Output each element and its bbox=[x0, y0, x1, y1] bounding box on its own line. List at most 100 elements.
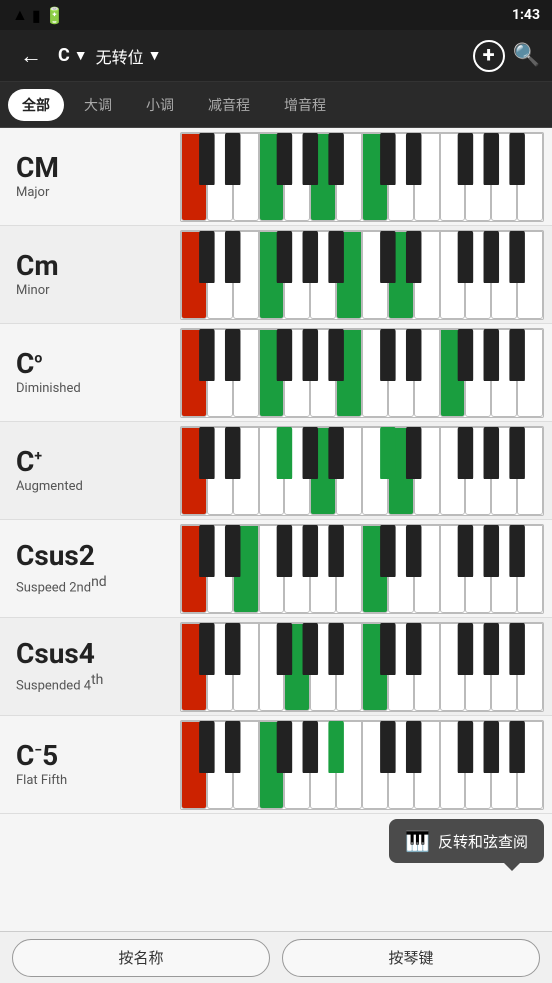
white-key-8[interactable] bbox=[388, 525, 414, 613]
white-key-11[interactable] bbox=[465, 329, 491, 417]
white-key-1[interactable] bbox=[207, 427, 233, 515]
white-key-0[interactable] bbox=[181, 427, 207, 515]
white-key-6[interactable] bbox=[336, 329, 362, 417]
white-key-10[interactable] bbox=[440, 231, 466, 319]
white-key-4[interactable] bbox=[284, 721, 310, 809]
white-key-0[interactable] bbox=[181, 721, 207, 809]
white-key-12[interactable] bbox=[491, 525, 517, 613]
filter-tab-augmented[interactable]: 增音程 bbox=[270, 89, 340, 121]
inversion-selector[interactable]: 无转位 ▼ bbox=[96, 44, 162, 68]
white-key-6[interactable] bbox=[336, 133, 362, 221]
white-key-5[interactable] bbox=[310, 133, 336, 221]
white-key-12[interactable] bbox=[491, 721, 517, 809]
chord-row-3[interactable]: C+Augmented bbox=[0, 422, 552, 520]
white-key-9[interactable] bbox=[414, 623, 440, 711]
white-key-4[interactable] bbox=[284, 329, 310, 417]
white-key-8[interactable] bbox=[388, 329, 414, 417]
white-key-3[interactable] bbox=[259, 721, 285, 809]
sort-by-name-button[interactable]: 按名称 bbox=[12, 939, 270, 977]
white-key-5[interactable] bbox=[310, 329, 336, 417]
white-key-4[interactable] bbox=[284, 427, 310, 515]
search-button[interactable]: 🔍 bbox=[513, 43, 540, 68]
filter-tab-diminished[interactable]: 减音程 bbox=[194, 89, 264, 121]
chord-row-1[interactable]: CmMinor bbox=[0, 226, 552, 324]
white-key-10[interactable] bbox=[440, 427, 466, 515]
white-key-6[interactable] bbox=[336, 623, 362, 711]
white-key-2[interactable] bbox=[233, 231, 259, 319]
chord-row-4[interactable]: Csus2Suspeed 2ndnd bbox=[0, 520, 552, 618]
white-key-10[interactable] bbox=[440, 721, 466, 809]
sort-by-key-button[interactable]: 按琴键 bbox=[282, 939, 540, 977]
white-key-6[interactable] bbox=[336, 231, 362, 319]
white-key-10[interactable] bbox=[440, 133, 466, 221]
white-key-3[interactable] bbox=[259, 525, 285, 613]
white-key-11[interactable] bbox=[465, 623, 491, 711]
white-key-12[interactable] bbox=[491, 231, 517, 319]
white-key-0[interactable] bbox=[181, 329, 207, 417]
white-key-1[interactable] bbox=[207, 623, 233, 711]
white-key-11[interactable] bbox=[465, 231, 491, 319]
white-key-1[interactable] bbox=[207, 525, 233, 613]
white-key-13[interactable] bbox=[517, 329, 543, 417]
white-key-12[interactable] bbox=[491, 133, 517, 221]
white-key-0[interactable] bbox=[181, 231, 207, 319]
white-key-13[interactable] bbox=[517, 525, 543, 613]
white-key-2[interactable] bbox=[233, 623, 259, 711]
white-key-3[interactable] bbox=[259, 231, 285, 319]
white-key-11[interactable] bbox=[465, 133, 491, 221]
white-key-9[interactable] bbox=[414, 525, 440, 613]
filter-tab-major[interactable]: 大调 bbox=[70, 89, 126, 121]
white-key-8[interactable] bbox=[388, 231, 414, 319]
white-key-13[interactable] bbox=[517, 721, 543, 809]
white-key-7[interactable] bbox=[362, 623, 388, 711]
white-key-2[interactable] bbox=[233, 427, 259, 515]
chord-key-selector[interactable]: C ▼ bbox=[58, 45, 88, 66]
white-key-6[interactable] bbox=[336, 525, 362, 613]
filter-tab-all[interactable]: 全部 bbox=[8, 89, 64, 121]
white-key-6[interactable] bbox=[336, 721, 362, 809]
white-key-5[interactable] bbox=[310, 721, 336, 809]
white-key-10[interactable] bbox=[440, 525, 466, 613]
white-key-2[interactable] bbox=[233, 329, 259, 417]
white-key-5[interactable] bbox=[310, 525, 336, 613]
white-key-8[interactable] bbox=[388, 721, 414, 809]
white-key-11[interactable] bbox=[465, 525, 491, 613]
white-key-2[interactable] bbox=[233, 525, 259, 613]
piano-keyboard[interactable] bbox=[180, 132, 544, 222]
white-key-7[interactable] bbox=[362, 525, 388, 613]
piano-keyboard[interactable] bbox=[180, 328, 544, 418]
piano-keyboard[interactable] bbox=[180, 622, 544, 712]
filter-tab-minor[interactable]: 小调 bbox=[132, 89, 188, 121]
add-button[interactable]: + bbox=[473, 40, 505, 72]
chord-row-0[interactable]: CMMajor bbox=[0, 128, 552, 226]
white-key-9[interactable] bbox=[414, 133, 440, 221]
white-key-9[interactable] bbox=[414, 231, 440, 319]
white-key-7[interactable] bbox=[362, 427, 388, 515]
white-key-11[interactable] bbox=[465, 721, 491, 809]
white-key-9[interactable] bbox=[414, 427, 440, 515]
white-key-8[interactable] bbox=[388, 427, 414, 515]
white-key-3[interactable] bbox=[259, 329, 285, 417]
white-key-7[interactable] bbox=[362, 329, 388, 417]
back-button[interactable]: ← bbox=[12, 39, 50, 73]
white-key-5[interactable] bbox=[310, 231, 336, 319]
white-key-3[interactable] bbox=[259, 427, 285, 515]
white-key-13[interactable] bbox=[517, 427, 543, 515]
white-key-7[interactable] bbox=[362, 721, 388, 809]
white-key-0[interactable] bbox=[181, 525, 207, 613]
white-key-6[interactable] bbox=[336, 427, 362, 515]
white-key-12[interactable] bbox=[491, 623, 517, 711]
white-key-9[interactable] bbox=[414, 721, 440, 809]
piano-keyboard[interactable] bbox=[180, 524, 544, 614]
white-key-12[interactable] bbox=[491, 427, 517, 515]
piano-keyboard[interactable] bbox=[180, 720, 544, 810]
white-key-13[interactable] bbox=[517, 623, 543, 711]
white-key-0[interactable] bbox=[181, 133, 207, 221]
white-key-1[interactable] bbox=[207, 133, 233, 221]
white-key-8[interactable] bbox=[388, 623, 414, 711]
white-key-3[interactable] bbox=[259, 133, 285, 221]
white-key-4[interactable] bbox=[284, 623, 310, 711]
white-key-1[interactable] bbox=[207, 231, 233, 319]
white-key-1[interactable] bbox=[207, 721, 233, 809]
white-key-5[interactable] bbox=[310, 427, 336, 515]
